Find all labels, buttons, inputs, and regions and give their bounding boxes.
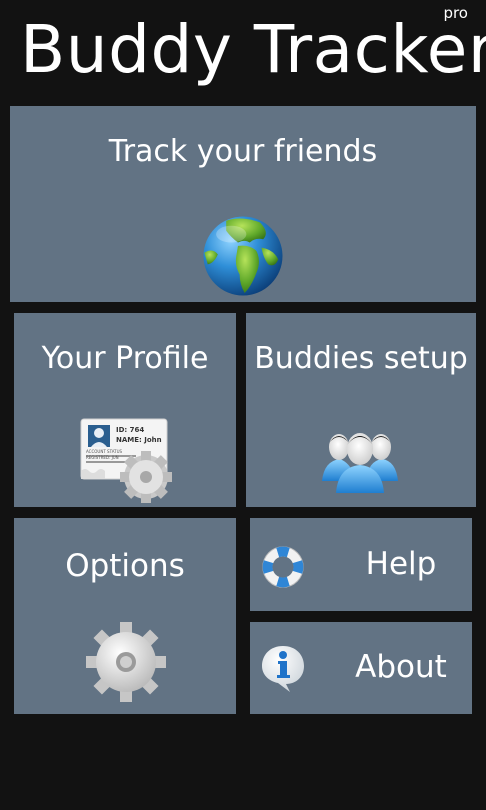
pro-badge: pro — [443, 4, 468, 22]
id-card-registered: REGISTRED: JUN — [86, 455, 119, 460]
about-label: About — [355, 649, 447, 685]
id-card-gear-icon: ID: 764 NAME: John ACCOUNT STATUS REGIST… — [80, 417, 176, 503]
help-label: Help — [365, 546, 437, 582]
info-bubble-icon — [262, 646, 304, 692]
lifebuoy-icon — [262, 546, 304, 588]
options-tile[interactable]: Options — [14, 518, 236, 714]
profile-tile[interactable]: Your Profile ID: 764 NAME: John ACCOUNT … — [14, 313, 236, 507]
id-card-status: ACCOUNT STATUS — [86, 449, 123, 454]
track-friends-tile[interactable]: Track your friends — [10, 106, 476, 302]
gear-icon — [86, 622, 166, 702]
help-tile[interactable]: Help — [250, 518, 472, 611]
profile-label: Your Profile — [41, 341, 209, 376]
buddies-setup-tile[interactable]: Buddies setup — [246, 313, 476, 507]
options-label: Options — [65, 548, 185, 584]
id-card-id: ID: 764 — [116, 426, 145, 434]
app-title: Buddy Tracker — [20, 11, 486, 88]
users-group-icon — [322, 433, 398, 493]
id-card-name: NAME: John — [116, 436, 162, 444]
globe-icon — [203, 216, 283, 296]
about-tile[interactable]: About — [250, 622, 472, 714]
buddies-setup-label: Buddies setup — [254, 341, 468, 376]
track-friends-label: Track your friends — [108, 134, 378, 169]
